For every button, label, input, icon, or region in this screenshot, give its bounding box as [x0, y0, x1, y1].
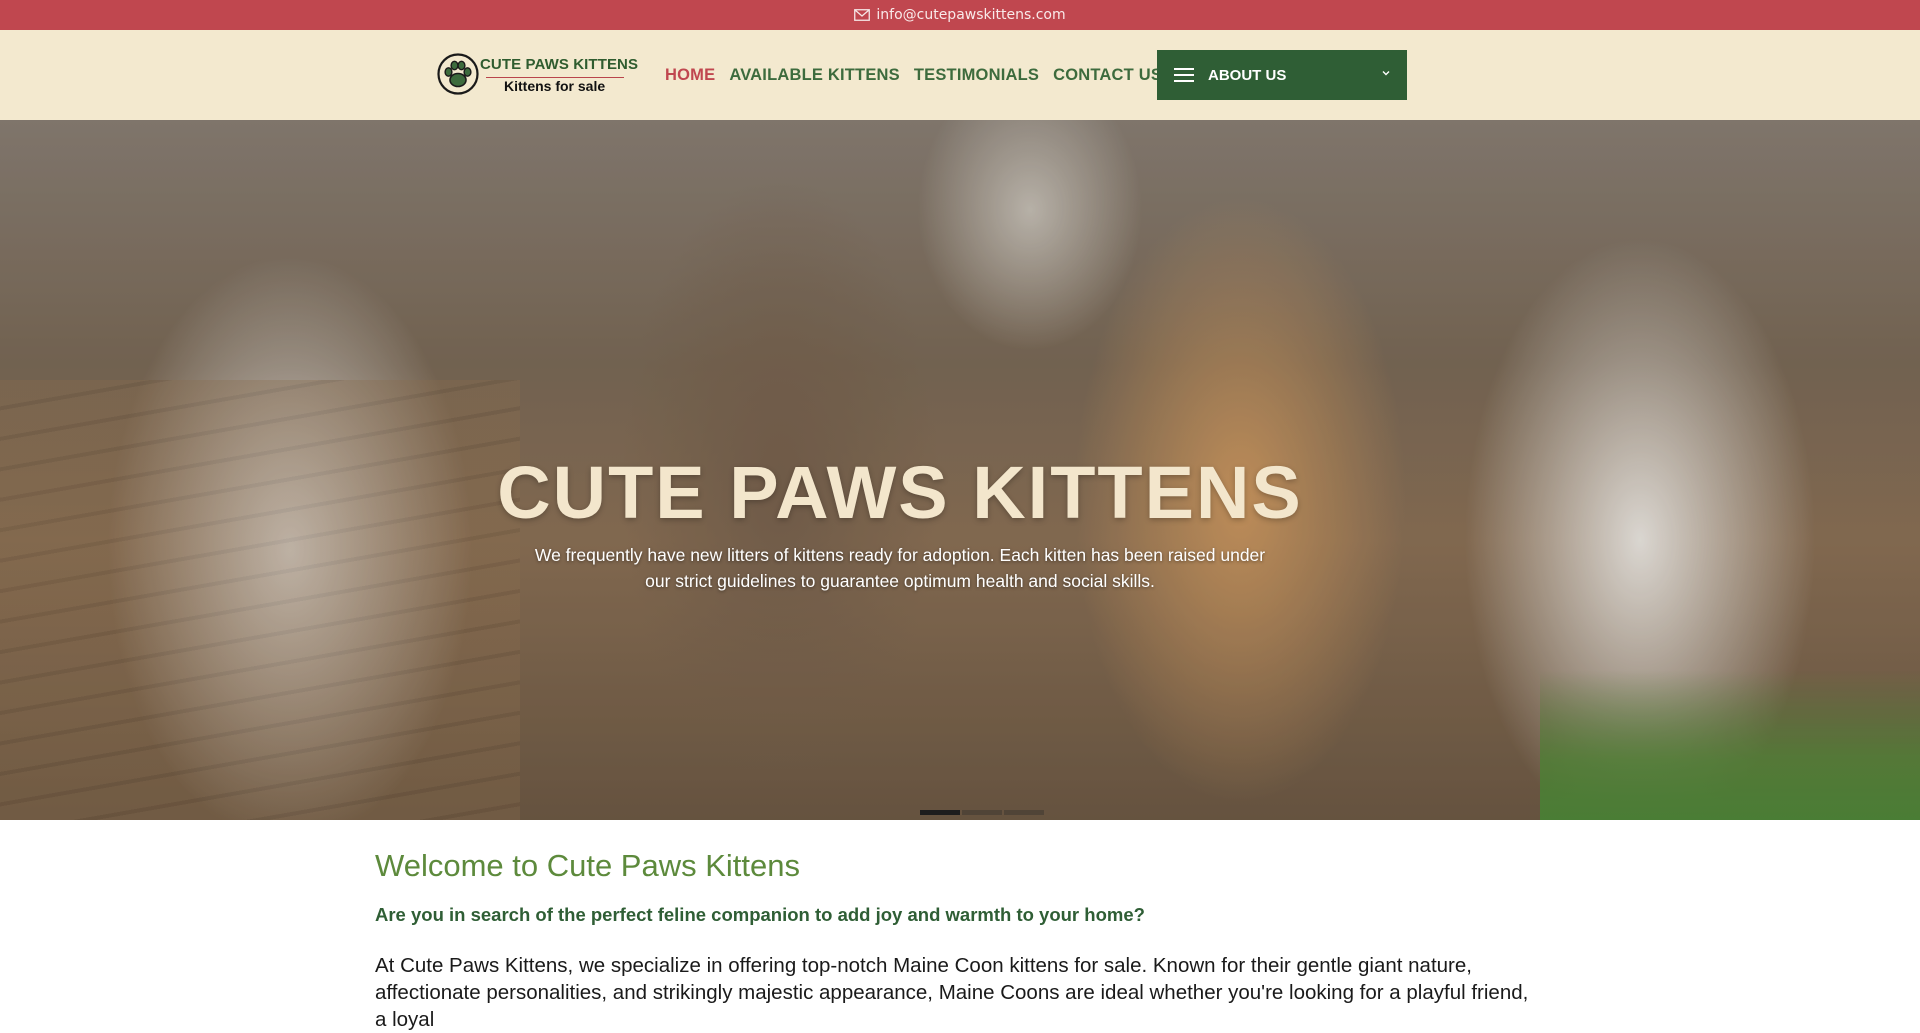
hero-title: CUTE PAWS KITTENS	[497, 451, 1303, 534]
slider-dot-2[interactable]	[962, 810, 1002, 815]
envelope-icon	[854, 9, 871, 21]
contact-email-link[interactable]: info@cutepawskittens.com	[876, 7, 1065, 23]
about-us-label: ABOUT US	[1208, 66, 1287, 84]
slider-pagination	[920, 810, 1046, 815]
lead-question: Are you in search of the perfect feline …	[375, 904, 1145, 925]
main-navigation: HOME AVAILABLE KITTENS TESTIMONIALS CONT…	[665, 30, 1176, 120]
nav-testimonials[interactable]: TESTIMONIALS	[914, 66, 1039, 85]
main-content: Welcome to Cute Paws Kittens Are you in …	[375, 820, 1545, 1033]
slider-dot-1[interactable]	[920, 810, 960, 815]
hero-slider: CUTE PAWS KITTENS We frequently have new…	[0, 120, 1920, 820]
chevron-down-icon	[1382, 71, 1390, 76]
paw-icon	[437, 53, 479, 95]
hamburger-menu-icon	[1174, 67, 1194, 83]
site-logo[interactable]: CUTE PAWS KITTENS Kittens for sale	[436, 52, 639, 102]
nav-home[interactable]: HOME	[665, 66, 715, 85]
hero-subtitle: We frequently have new litters of kitten…	[534, 545, 1266, 591]
logo-brand-name: CUTE PAWS KITTENS	[480, 56, 639, 73]
site-header: CUTE PAWS KITTENS Kittens for sale HOME …	[0, 30, 1920, 120]
nav-available-kittens[interactable]: AVAILABLE KITTENS	[729, 66, 900, 85]
about-us-menu-button[interactable]: ABOUT US	[1157, 50, 1407, 100]
logo-tagline: Kittens for sale	[504, 78, 606, 94]
slider-dot-3[interactable]	[1004, 810, 1044, 815]
welcome-heading: Welcome to Cute Paws Kittens	[375, 848, 800, 883]
top-contact-bar: info@cutepawskittens.com	[0, 0, 1920, 30]
nav-contact-us[interactable]: CONTACT US	[1053, 66, 1162, 85]
